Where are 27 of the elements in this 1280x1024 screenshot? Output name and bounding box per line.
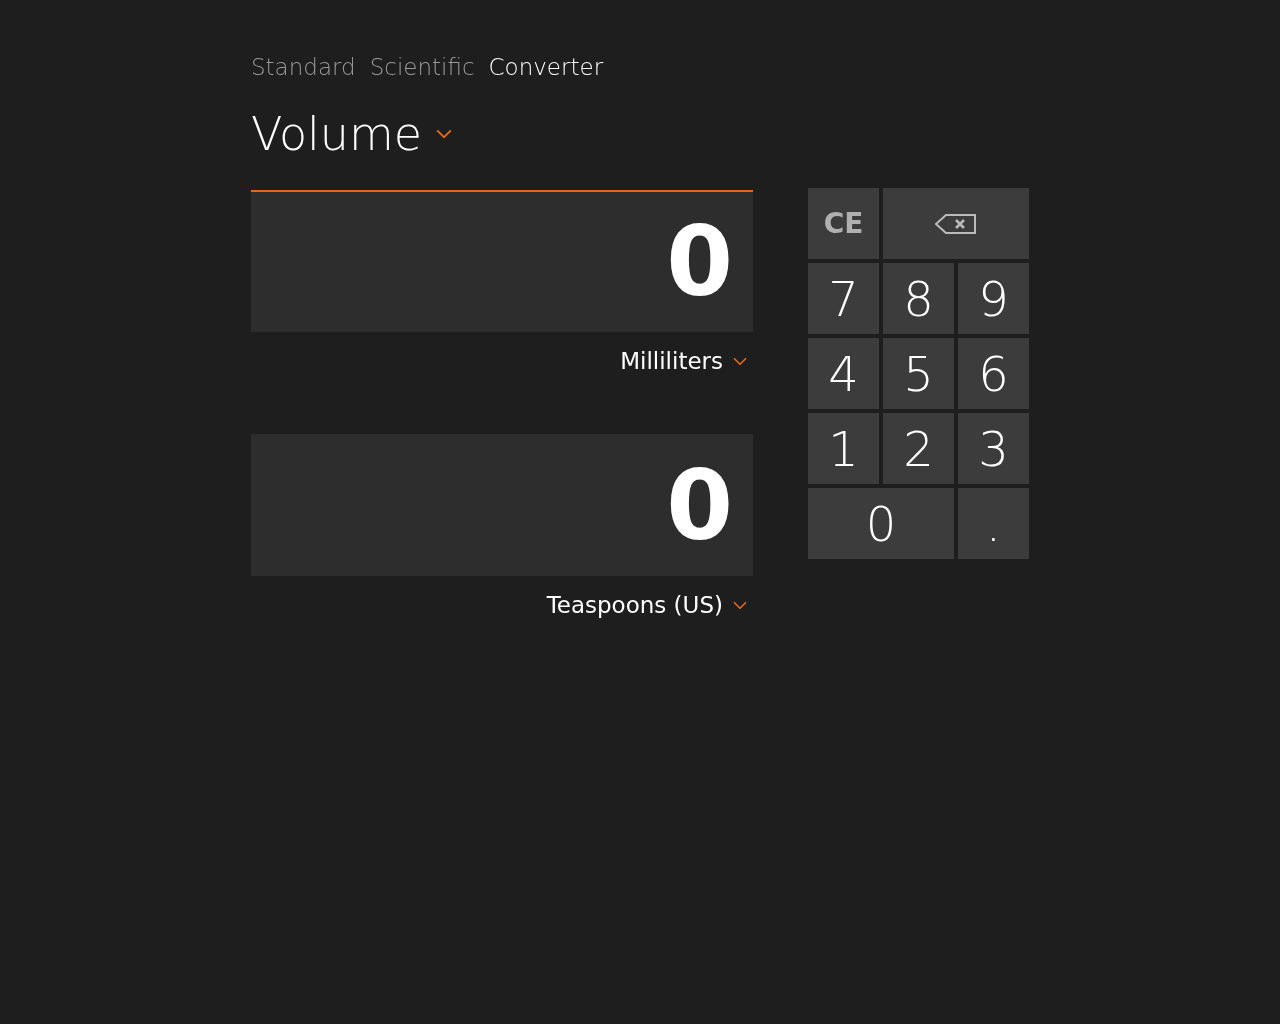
digit-key[interactable]: 7 [808, 263, 879, 334]
mode-tab[interactable]: Scientific [369, 49, 475, 85]
value-display[interactable]: 0 [251, 190, 753, 332]
backspace-icon [934, 212, 978, 235]
digit-key[interactable]: 1 [808, 413, 879, 484]
digit-key[interactable]: 9 [958, 263, 1029, 334]
value-display[interactable]: 0 [251, 434, 753, 576]
chevron-down-icon [733, 600, 747, 610]
backspace-button[interactable] [883, 188, 1029, 259]
chevron-down-icon [733, 356, 747, 366]
value-text: 0 [666, 214, 733, 310]
value-text: 0 [666, 458, 733, 554]
digit-key[interactable]: . [958, 488, 1029, 559]
digit-key[interactable]: 5 [883, 338, 954, 409]
mode-tab[interactable]: Standard [251, 49, 356, 85]
mode-tab[interactable]: Converter [488, 49, 604, 85]
unit-selector[interactable]: Teaspoons (US) [546, 587, 723, 623]
digit-key[interactable]: 8 [883, 263, 954, 334]
digit-key[interactable]: 0 [808, 488, 954, 559]
clear-entry-button[interactable]: CE [808, 188, 879, 259]
category-title[interactable]: Volume [251, 99, 423, 169]
digit-key[interactable]: 4 [808, 338, 879, 409]
digit-key[interactable]: 2 [883, 413, 954, 484]
unit-selector[interactable]: Milliliters [620, 343, 723, 379]
digit-key[interactable]: 3 [958, 413, 1029, 484]
digit-key[interactable]: 6 [958, 338, 1029, 409]
chevron-down-icon [436, 129, 453, 139]
